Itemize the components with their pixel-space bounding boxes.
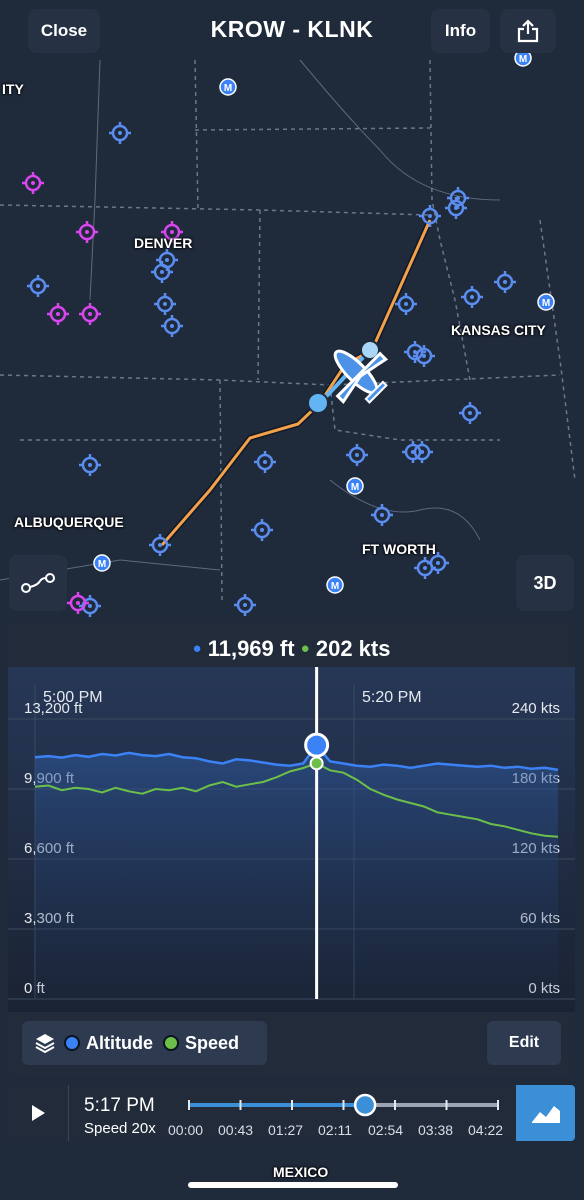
profile-panel: ● 11,969 ft ● 202 kts 5:00 PM 5:20 PM 13,2… <box>8 622 575 1076</box>
3d-toggle-button[interactable]: 3D <box>516 555 574 611</box>
playback-scrubber[interactable] <box>183 1093 503 1117</box>
svg-text:M: M <box>224 83 232 94</box>
city-label-kansas-city: KANSAS CITY <box>451 322 546 338</box>
speed-legend-dot <box>163 1035 179 1051</box>
svg-text:M: M <box>98 559 106 570</box>
altitude-legend-dot <box>64 1035 80 1051</box>
tick-label: 03:38 <box>418 1122 454 1138</box>
legend-speed-label: Speed <box>185 1032 240 1053</box>
svg-text:M: M <box>351 482 359 493</box>
legend-altitude-label: Altitude <box>86 1032 153 1053</box>
tick-label: 01:27 <box>268 1122 304 1138</box>
play-button[interactable] <box>8 1085 69 1141</box>
tick-label: 00:43 <box>218 1122 254 1138</box>
close-button[interactable]: Close <box>28 9 100 53</box>
right-tick-label: 240 kts <box>512 700 560 717</box>
municipal-airport-icon[interactable]: M <box>93 554 111 572</box>
altitude-readout: 11,969 ft <box>207 636 295 661</box>
share-icon <box>517 19 539 43</box>
speed-readout: 202 kts <box>315 636 391 661</box>
municipal-airport-icon[interactable]: M <box>346 477 364 495</box>
municipal-airport-icon[interactable]: M <box>326 576 344 594</box>
layers-icon <box>35 1034 55 1054</box>
home-indicator <box>188 1182 398 1188</box>
readout: ● 11,969 ft ● 202 kts <box>8 636 575 662</box>
municipal-airport-icon[interactable]: M <box>537 293 555 311</box>
time-label: 5:20 PM <box>362 689 422 706</box>
city-label-albuquerque: ALBUQUERQUE <box>14 514 124 530</box>
altitude-area <box>35 745 558 999</box>
svg-text:M: M <box>519 54 527 65</box>
info-button[interactable]: Info <box>431 9 490 53</box>
page-title: KROW - KLNK <box>210 16 374 42</box>
profile-chart[interactable]: 5:00 PM5:20 PM13,200 ft240 kts9,900 ft18… <box>8 667 575 1012</box>
left-tick-label: 13,200 ft <box>24 700 83 717</box>
playback-speed[interactable]: Speed 20x <box>84 1120 156 1137</box>
svg-text:M: M <box>542 298 550 309</box>
route-button[interactable] <box>9 555 67 611</box>
scrubber-thumb[interactable] <box>353 1093 377 1117</box>
city-label-ity: ITY <box>2 81 24 97</box>
share-button[interactable] <box>500 9 556 53</box>
tick-label: 04:22 <box>468 1122 504 1138</box>
graph-toggle-button[interactable] <box>516 1085 575 1141</box>
altitude-cursor-point <box>304 732 330 758</box>
route-icon <box>21 573 55 593</box>
playback-bar: 5:17 PM Speed 20x 00:00 00:43 01:27 02:1… <box>8 1085 575 1141</box>
altitude-dot-icon: ● <box>192 640 202 657</box>
tick-label: 00:00 <box>168 1122 204 1138</box>
city-label-mexico: MEXICO <box>273 1164 329 1180</box>
edit-button[interactable]: Edit <box>487 1021 561 1065</box>
tick-label: 02:54 <box>368 1122 404 1138</box>
speed-cursor-point <box>309 756 324 771</box>
svg-text:M: M <box>331 581 339 592</box>
tick-label: 02:11 <box>318 1122 352 1138</box>
playback-time: 5:17 PM <box>84 1095 155 1116</box>
play-icon <box>32 1105 45 1121</box>
graph-icon <box>531 1106 560 1123</box>
city-label-ft-worth: FT WORTH <box>362 541 436 557</box>
municipal-airport-icon[interactable]: M <box>219 78 237 96</box>
layers-legend[interactable]: Altitude Speed <box>22 1021 267 1065</box>
speed-dot-icon: ● <box>300 640 310 657</box>
city-label-denver: DENVER <box>134 235 193 251</box>
